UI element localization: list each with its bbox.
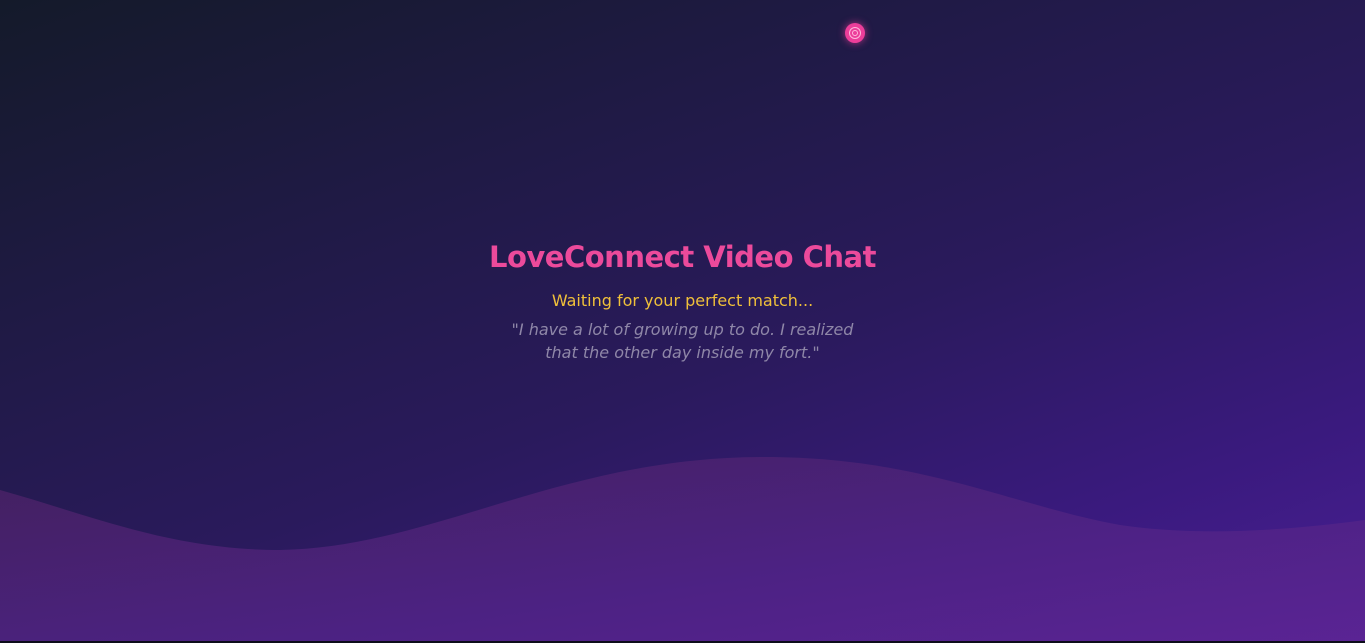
quote-text: "I have a lot of growing up to do. I rea… bbox=[511, 320, 854, 362]
waiting-panel: LoveConnect Video Chat Waiting for your … bbox=[0, 236, 1365, 364]
background-wave bbox=[0, 456, 1365, 643]
page-title: LoveConnect Video Chat bbox=[489, 240, 876, 274]
status-text: Waiting for your perfect match... bbox=[551, 291, 814, 310]
target-icon bbox=[845, 23, 865, 43]
